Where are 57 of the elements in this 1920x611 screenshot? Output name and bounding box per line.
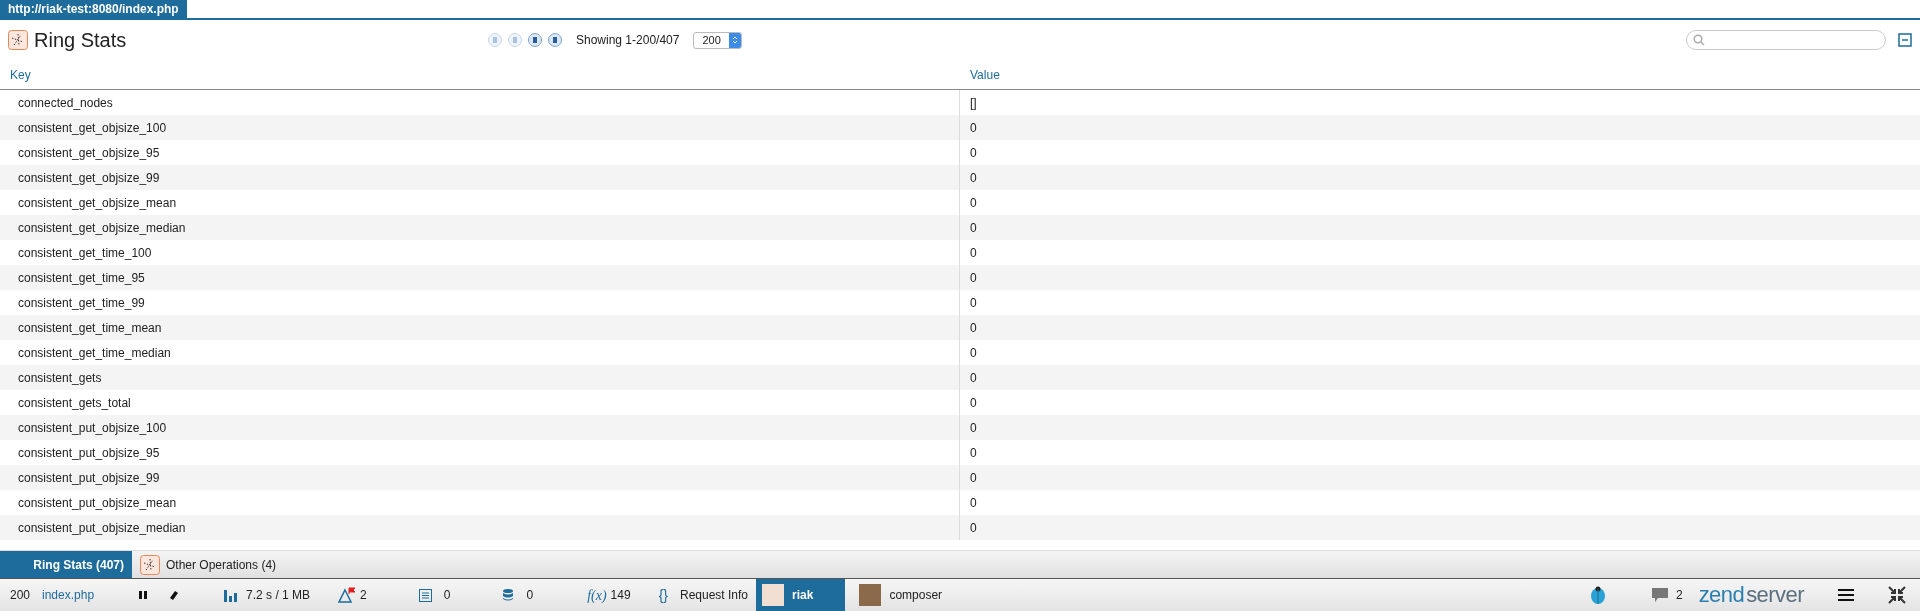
table-cell-text: 0 <box>969 369 978 387</box>
pause-icon[interactable] <box>138 590 149 600</box>
table-cell-text: 0 <box>969 169 978 187</box>
column-header[interactable]: Key <box>0 65 960 84</box>
page-size-select[interactable]: 200 <box>693 31 742 49</box>
request-info-text[interactable]: Request Info <box>680 586 749 604</box>
file-link[interactable]: index.php <box>42 586 95 604</box>
spiral-icon <box>140 554 160 575</box>
table-cell-text: 0 <box>969 494 978 512</box>
table-cell-text: 0 <box>969 419 978 437</box>
table-cell-text: 0 <box>969 269 978 287</box>
menu-icon[interactable] <box>1838 589 1854 601</box>
pager-status: Showing 1-200/407 <box>576 32 680 49</box>
timing-text[interactable]: 7.2 s / 1 MB <box>246 586 311 604</box>
table-cell: consistent_put_objsize_median <box>0 515 960 540</box>
status-code: 200 <box>10 587 31 604</box>
warning-flag-icon <box>338 587 357 603</box>
log-icon <box>418 588 432 602</box>
chat-icon[interactable] <box>1651 587 1668 603</box>
table-cell-text: [] <box>969 94 978 112</box>
column-header[interactable]: Value <box>960 65 1010 84</box>
last-page-button[interactable] <box>548 33 562 47</box>
spiral-icon <box>8 30 28 50</box>
bar-chart-icon <box>224 588 239 602</box>
table-cell-text: 0 <box>969 119 978 137</box>
queries-count[interactable]: 0 <box>526 586 534 604</box>
search-icon <box>1693 34 1705 46</box>
database-icon <box>502 588 515 602</box>
table-cell-text: 0 <box>969 219 978 237</box>
eraser-icon[interactable] <box>168 589 181 601</box>
page-title: Ring Stats <box>34 28 127 53</box>
table-cell-text: 0 <box>969 394 978 412</box>
table-cell-text: 0 <box>969 244 978 262</box>
table-cell-text: 0 <box>969 519 978 537</box>
table-cell-text: 0 <box>969 469 978 487</box>
table-cell-text: 0 <box>969 319 978 337</box>
server-logo: zendserver <box>1698 584 1804 606</box>
table-cell-text: 0 <box>969 444 978 462</box>
url-tab[interactable]: http://riak-test:8080/index.php <box>0 0 187 18</box>
panel-tab[interactable]: Ring Stats (407) <box>0 551 132 578</box>
collapse-icon[interactable] <box>1898 33 1912 47</box>
functions-count[interactable]: 149 <box>610 586 631 604</box>
plugin-tab[interactable]: composer <box>853 579 949 611</box>
collapse-arrows-icon[interactable] <box>1888 586 1906 604</box>
table-cell-text: 0 <box>969 194 978 212</box>
function-label: f(x) <box>587 586 607 605</box>
next-page-button[interactable] <box>528 33 542 47</box>
table-cell-text: 0 <box>969 294 978 312</box>
plugin-tab[interactable]: riak <box>756 579 846 611</box>
panel-tab[interactable]: Other Operations (4) <box>132 551 285 578</box>
logs-count[interactable]: 0 <box>443 586 451 604</box>
stepper-icon <box>731 35 738 45</box>
table-cell-text: 0 <box>969 144 978 162</box>
events-count[interactable]: 2 <box>360 586 367 604</box>
messages-count[interactable]: 2 <box>1675 586 1683 604</box>
request-info-glyph: {} <box>658 585 668 605</box>
table-cell-text: 0 <box>969 344 978 362</box>
